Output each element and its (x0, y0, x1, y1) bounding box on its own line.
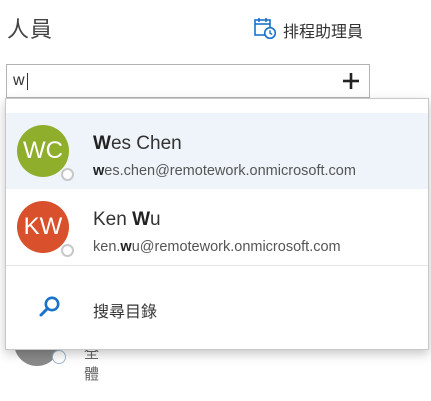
presence-indicator (61, 244, 74, 257)
search-directory-label: 搜尋目錄 (93, 304, 158, 321)
contact-name: Ken Wu (93, 209, 161, 231)
add-person-button[interactable] (339, 69, 363, 93)
suggestion-item-ken-wu[interactable]: KW Ken Wu ken.wu@remotework.onmicrosoft.… (6, 189, 428, 265)
name-prefix: Ken (93, 209, 133, 230)
text-caret (27, 73, 28, 90)
name-rest: es Chen (110, 133, 182, 154)
match-highlight: W (132, 209, 151, 230)
search-icon (38, 295, 62, 319)
page-title: 人員 (7, 17, 54, 42)
people-suggestions-dropdown: WC Wes Chen wes.chen@remotework.onmicros… (5, 98, 429, 350)
name-rest: u (150, 209, 161, 230)
scheduling-assistant-label: 排程助理員 (283, 24, 364, 41)
presence-indicator (52, 350, 66, 364)
scheduling-assistant-button[interactable]: 排程助理員 (253, 16, 364, 45)
avatar: WC (17, 125, 69, 177)
avatar: KW (17, 201, 69, 253)
people-search-box (6, 64, 370, 98)
plus-icon (343, 73, 359, 89)
contact-name: Wes Chen (93, 133, 182, 155)
search-directory-button[interactable]: 搜尋目錄 (6, 285, 428, 333)
email-rest: es.chen@remotework.onmicrosoft.com (104, 163, 356, 179)
email-rest: u@remotework.onmicrosoft.com (131, 239, 341, 255)
presence-indicator (61, 168, 74, 181)
suggestion-item-wes-chen[interactable]: WC Wes Chen wes.chen@remotework.onmicros… (6, 113, 428, 189)
calendar-clock-icon (253, 16, 277, 45)
contact-email: ken.wu@remotework.onmicrosoft.com (93, 239, 341, 255)
match-highlight: w (93, 163, 105, 179)
people-search-input[interactable] (7, 65, 339, 97)
match-highlight: w (120, 239, 132, 255)
match-highlight: W (93, 133, 111, 154)
dropdown-divider (6, 265, 428, 266)
email-prefix: ken. (93, 239, 121, 255)
contact-email: wes.chen@remotework.onmicrosoft.com (93, 163, 356, 179)
